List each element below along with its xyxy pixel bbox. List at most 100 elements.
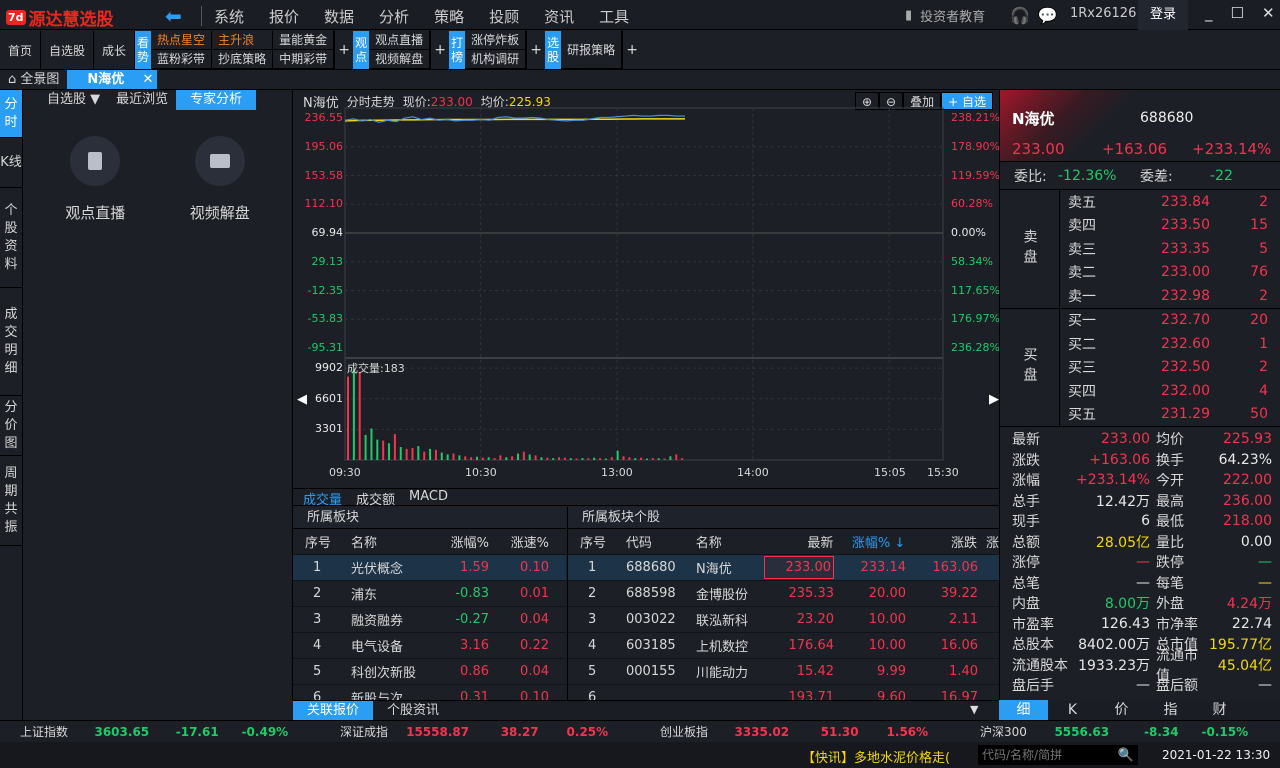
quote-tab[interactable]: 财	[1195, 700, 1244, 720]
close-tab-icon[interactable]: ✕	[143, 70, 154, 89]
table-row[interactable]: 2 浦东 -0.83 0.01	[293, 581, 566, 607]
table-row[interactable]: 5 科创次新股 0.86 0.04	[293, 659, 566, 685]
customer-service-icon[interactable]: 🎧	[1010, 6, 1030, 25]
indicator-tab[interactable]: 成交量	[303, 489, 342, 508]
table-cell: 688598	[626, 586, 676, 601]
left-panel-tab[interactable]: 自选股 ▼	[39, 90, 108, 110]
toolbar-link[interactable]: 量能黄金	[273, 31, 335, 50]
toolbar-link[interactable]: 涨停炸板	[465, 31, 527, 50]
column-header[interactable]: 名称	[684, 532, 764, 551]
vtab[interactable]: 周期共振	[0, 456, 22, 546]
menu-item[interactable]: 工具	[599, 6, 629, 27]
toolbar-link[interactable]: 研报策略	[561, 31, 623, 69]
volume-bar	[429, 448, 432, 460]
toolbar-link[interactable]: 热点星空	[151, 31, 213, 50]
stock-search[interactable]: 🔍	[978, 745, 1138, 765]
quote-tab[interactable]: K	[1048, 700, 1097, 720]
column-header[interactable]: 涨跌	[905, 532, 977, 551]
quote-tab[interactable]: 细	[999, 700, 1048, 720]
column-header[interactable]: 涨速%	[489, 532, 549, 551]
vtab[interactable]: K线	[0, 138, 22, 188]
dropdown-arrow-icon[interactable]: ▼	[970, 703, 978, 716]
column-header[interactable]: 序号	[293, 532, 339, 551]
menu-item[interactable]: 分析	[379, 6, 409, 27]
column-header[interactable]: 涨幅% ↓	[833, 532, 905, 551]
menu-item[interactable]: 报价	[269, 6, 299, 27]
toolbar-link[interactable]: 主升浪	[212, 31, 274, 50]
add-icon[interactable]: +	[335, 31, 353, 69]
toolbar-item[interactable]: 成长	[94, 31, 136, 69]
quote-stat-row: 内盘 8.00万 外盘 4.24万	[1012, 596, 1272, 613]
menu-item[interactable]: 投顾	[489, 6, 519, 27]
column-header[interactable]: 序号	[568, 532, 614, 551]
menu-item[interactable]: 策略	[434, 6, 464, 27]
table-row[interactable]: 3 融资融券 -0.27 0.04	[293, 607, 566, 633]
table-row[interactable]: 4 603185 上机数控 176.64 10.00 16.06	[568, 633, 999, 659]
vtab[interactable]: 分时	[0, 90, 22, 138]
add-icon[interactable]: +	[431, 31, 449, 69]
column-header[interactable]: 代码	[614, 532, 684, 551]
add-icon[interactable]: +	[623, 31, 641, 69]
menu-item[interactable]: 数据	[324, 6, 354, 27]
vtab[interactable]: 个股资料	[0, 188, 22, 288]
table-cell: 603185	[626, 638, 676, 653]
back-arrow-icon[interactable]: ⬅	[165, 4, 187, 28]
search-icon[interactable]: 🔍	[1118, 748, 1134, 763]
toolbar-link[interactable]: 机构调研	[465, 50, 527, 69]
viewpoint-live-button[interactable]: 观点直播	[65, 136, 125, 223]
close-icon[interactable]: ✕	[1262, 4, 1275, 22]
column-header[interactable]: 名称	[339, 532, 429, 551]
toolbar-link[interactable]: 蓝粉彩带	[151, 50, 213, 69]
tab-stock[interactable]: N海优 ✕	[67, 70, 158, 89]
vtab[interactable]: 分价图	[0, 396, 22, 456]
toolbar-item[interactable]: 首页	[0, 31, 42, 69]
video-analysis-button[interactable]: 视频解盘	[190, 136, 250, 223]
investor-education-link[interactable]: ▮ 投资者教育	[905, 6, 985, 25]
news-ticker[interactable]: 【快讯】多地水泥价格走(	[802, 747, 950, 766]
index-name[interactable]: 上证指数	[0, 723, 70, 740]
indicator-tab[interactable]: MACD	[409, 489, 448, 505]
add-icon[interactable]: +	[527, 31, 545, 69]
toolbar-link[interactable]: 抄底策略	[212, 50, 274, 69]
index-name[interactable]: 深证成指	[320, 723, 390, 740]
volume-bar	[393, 434, 396, 460]
column-header[interactable]: 涨幅%	[429, 532, 489, 551]
index-name[interactable]: 创业板指	[640, 723, 710, 740]
menu-item[interactable]: 资讯	[544, 6, 574, 27]
volume-bar	[434, 449, 437, 460]
tab-overview[interactable]: ⌂ 全景图	[0, 70, 67, 89]
quote-tab[interactable]: 指	[1146, 700, 1195, 720]
login-button[interactable]: 登录	[1138, 0, 1188, 30]
indicator-tab[interactable]: 成交额	[356, 489, 395, 508]
toolbar-link[interactable]: 中期彩带	[273, 50, 335, 69]
table-row[interactable]: 1 光伏概念 1.59 0.10	[293, 555, 566, 581]
minimize-icon[interactable]: _	[1205, 4, 1213, 22]
column-header[interactable]: 涨	[977, 532, 999, 551]
home-icon: ⌂	[8, 72, 21, 87]
table-cell: 0.04	[520, 612, 549, 627]
left-panel-tab[interactable]: 专家分析	[176, 90, 257, 110]
bottom-tab[interactable]: 个股资讯	[373, 701, 453, 720]
table-cell: 2.11	[949, 612, 978, 627]
bottom-tab[interactable]: 关联报价	[293, 701, 374, 720]
menu-item[interactable]: 系统	[214, 6, 244, 27]
table-row[interactable]: 3 003022 联泓新科 23.20 10.00 2.11	[568, 607, 999, 633]
collapse-right-icon[interactable]: ▶	[989, 392, 999, 407]
toolbar-link[interactable]: 视频解盘	[369, 50, 431, 69]
index-name[interactable]: 沪深300	[960, 723, 1030, 740]
vtab[interactable]: 成交明细	[0, 288, 22, 396]
maximize-icon[interactable]: ☐	[1231, 4, 1244, 22]
table-row[interactable]: 5 000155 川能动力 15.42 9.99 1.40	[568, 659, 999, 685]
search-input[interactable]	[982, 748, 1112, 762]
table-row[interactable]: 4 电气设备 3.16 0.22	[293, 633, 566, 659]
table-cell: 233.14	[860, 560, 907, 575]
column-header[interactable]: 最新	[764, 532, 833, 551]
left-panel-tab[interactable]: 最近浏览	[108, 90, 176, 110]
table-row[interactable]: 1 688680 N海优 233.00 233.14 163.06	[568, 555, 999, 581]
toolbar-item[interactable]: 自选股	[41, 31, 95, 69]
toolbar-link[interactable]: 观点直播	[369, 31, 431, 50]
table-row[interactable]: 2 688598 金博股份 235.33 20.00 39.22	[568, 581, 999, 607]
quote-tab[interactable]: 价	[1097, 700, 1146, 720]
chat-icon[interactable]: 💬	[1038, 6, 1058, 25]
intraday-chart: N海优 分时走势 现价:233.00 均价:225.93 ⊕ ⊖ 叠加 + 自选 …	[293, 90, 1000, 488]
